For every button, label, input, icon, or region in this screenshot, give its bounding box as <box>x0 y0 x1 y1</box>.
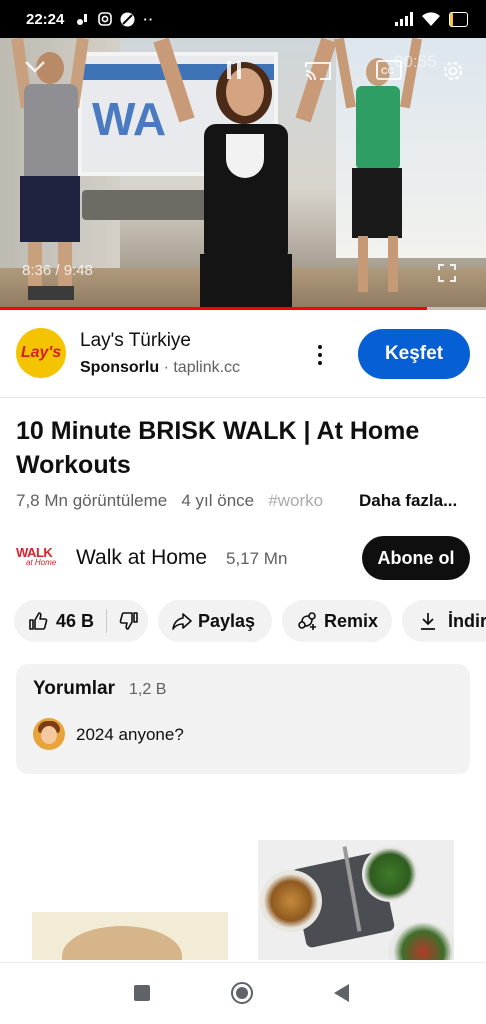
instagram-icon <box>98 12 113 26</box>
svg-text:CC: CC <box>381 66 394 76</box>
action-bar: 46 B Paylaş Remix İndir <box>0 600 486 642</box>
recommended-thumbnail-right[interactable] <box>258 840 454 960</box>
settings-icon[interactable] <box>440 58 466 84</box>
pause-icon[interactable] <box>226 60 242 80</box>
wifi-icon <box>421 11 440 26</box>
share-button[interactable]: Paylaş <box>158 600 272 642</box>
remix-label: Remix <box>324 610 379 631</box>
back-icon[interactable] <box>334 984 349 1002</box>
recents-icon[interactable] <box>134 985 150 1001</box>
download-icon <box>421 613 435 630</box>
fullscreen-icon[interactable] <box>438 264 456 282</box>
system-nav-bar <box>0 962 486 1024</box>
sponsored-ad[interactable]: Lay's Lay's Türkiye Sponsorlu · taplink.… <box>0 310 486 398</box>
comments-count: 1,2 B <box>129 681 167 698</box>
advertiser-name: Lay's Türkiye <box>80 330 191 351</box>
commenter-avatar <box>33 718 65 750</box>
subscriber-count: 5,17 Mn <box>226 549 288 568</box>
subscribe-button[interactable]: Abone ol <box>362 536 470 580</box>
share-label: Paylaş <box>198 610 256 631</box>
sponsored-label: Sponsorlu <box>80 359 160 376</box>
video-controls-overlay: CC 00:55 8:36 / 9:48 <box>0 38 486 310</box>
comments-header: Yorumlar <box>33 678 116 699</box>
share-icon <box>172 613 192 630</box>
recommended-thumbnail-left[interactable] <box>32 912 228 960</box>
vpn-icon <box>120 12 135 26</box>
like-button[interactable]: 46 B <box>28 611 94 632</box>
channel-logo-subtext: at Home <box>26 558 57 567</box>
download-label: İndir <box>448 610 486 631</box>
video-time-display: 8:36 / 9:48 <box>22 262 93 279</box>
like-divider <box>106 609 108 633</box>
like-dislike-pill: 46 B <box>14 600 148 642</box>
channel-row[interactable]: WALK at Home Walk at Home 5,17 Mn Abone … <box>0 530 486 586</box>
like-count: 46 B <box>56 610 95 631</box>
more-description-link[interactable]: Daha fazla... <box>355 491 458 511</box>
channel-avatar[interactable]: WALK at Home <box>16 544 60 570</box>
ad-domain: taplink.cc <box>173 359 241 376</box>
dislike-icon[interactable] <box>119 611 139 631</box>
signal-icon <box>394 12 413 26</box>
ad-meta: Sponsorlu · taplink.cc <box>80 359 240 377</box>
more-options-icon[interactable] <box>310 340 330 370</box>
advertiser-logo-text: Lay's <box>20 344 62 361</box>
corner-countdown: 00:55 <box>394 52 437 71</box>
notification-icons: ·· <box>76 12 154 27</box>
channel-name[interactable]: Walk at Home <box>76 546 207 570</box>
status-bar: 22:24 ·· 20 <box>0 0 486 38</box>
top-comment-text: 2024 anyone? <box>76 725 184 744</box>
collapse-icon[interactable] <box>24 60 46 74</box>
video-meta[interactable]: 7,8 Mn görüntüleme 4 yıl önce #worko Dah… <box>16 491 476 511</box>
download-button[interactable]: İndir <box>402 600 486 642</box>
like-icon <box>29 612 48 630</box>
comments-section[interactable]: Yorumlar 1,2 B 2024 anyone? <box>16 664 470 774</box>
battery-icon: 20 <box>448 11 468 27</box>
hashtag[interactable]: #worko <box>268 491 323 510</box>
video-player[interactable]: WA CC 00:55 8:36 / 9:48 <box>0 38 486 310</box>
upload-age: 4 yıl önce <box>181 491 255 510</box>
battery-level: 20 <box>452 12 464 24</box>
remix-icon <box>298 612 316 630</box>
status-time: 22:24 <box>26 10 65 28</box>
remix-button[interactable]: Remix <box>282 600 392 642</box>
view-count: 7,8 Mn görüntüleme <box>16 491 168 510</box>
discover-button[interactable]: Keşfet <box>358 329 470 379</box>
video-title: 10 Minute BRISK WALK | At Home Workouts <box>16 417 420 479</box>
home-icon[interactable] <box>231 982 253 1004</box>
notification-icon <box>77 14 88 25</box>
status-right: 20 <box>394 11 468 27</box>
more-notifications-icon: ·· <box>143 11 155 27</box>
advertiser-logo[interactable]: Lay's <box>16 328 66 378</box>
cast-icon[interactable] <box>304 60 332 82</box>
meta-separator: · <box>163 359 169 376</box>
